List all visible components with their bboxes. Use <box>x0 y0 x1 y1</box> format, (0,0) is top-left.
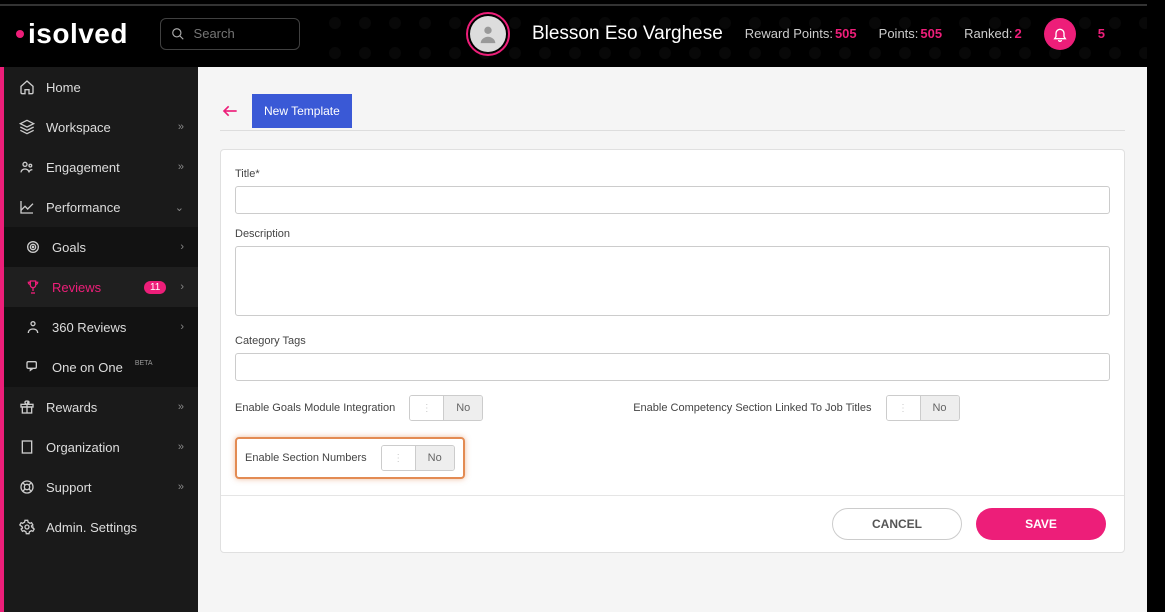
chevron-right-icon: » <box>178 401 184 413</box>
lifebuoy-icon <box>18 478 36 496</box>
chevron-right-icon: › <box>180 241 184 253</box>
sidebar-item-label: Admin. Settings <box>46 520 137 535</box>
toggle-state: No <box>444 396 482 420</box>
home-icon <box>18 78 36 96</box>
chat-icon <box>24 358 42 376</box>
enable-goals-toggle[interactable]: ⋮ No <box>409 395 483 421</box>
people-icon <box>24 318 42 336</box>
sidebar-item-label: Reviews <box>52 280 101 295</box>
sidebar-item-label: Workspace <box>46 120 111 135</box>
topbar: isolved Blesson Eso Varghese Reward Poin… <box>0 0 1165 67</box>
user-name: Blesson Eso Varghese <box>532 23 723 45</box>
sidebar-item-label: Performance <box>46 200 120 215</box>
search-input[interactable] <box>160 18 300 50</box>
sidebar-item-performance[interactable]: Performance ⌄ <box>4 187 198 227</box>
form-footer: CANCEL SAVE <box>221 495 1124 552</box>
search-field[interactable] <box>194 26 289 41</box>
description-label: Description <box>235 228 1110 240</box>
sidebar-item-engagement[interactable]: Engagement » <box>4 147 198 187</box>
sidebar-item-home[interactable]: Home <box>4 67 198 107</box>
sidebar-item-label: Engagement <box>46 160 120 175</box>
beta-badge: BETA <box>135 360 153 367</box>
chevron-down-icon: ⌄ <box>175 201 184 214</box>
brand-text: isolved <box>28 18 128 50</box>
reviews-count-badge: 11 <box>144 281 166 294</box>
ranked: Ranked:2 <box>964 26 1022 41</box>
points: Points:505 <box>879 26 942 41</box>
toggle-knob-icon: ⋮ <box>382 446 416 470</box>
search-icon <box>171 25 186 43</box>
toggle-knob-icon: ⋮ <box>410 396 444 420</box>
title-input[interactable] <box>235 186 1110 214</box>
enable-section-numbers-label: Enable Section Numbers <box>245 452 367 464</box>
avatar-ring[interactable] <box>466 12 510 56</box>
brand-logo: isolved <box>16 18 128 50</box>
enable-goals-toggle-group: Enable Goals Module Integration ⋮ No <box>235 395 483 421</box>
sidebar-item-label: Support <box>46 480 92 495</box>
gift-icon <box>18 398 36 416</box>
sidebar-item-rewards[interactable]: Rewards » <box>4 387 198 427</box>
users-icon <box>18 158 36 176</box>
enable-competency-toggle[interactable]: ⋮ No <box>886 395 960 421</box>
sidebar-item-label: 360 Reviews <box>52 320 126 335</box>
notification-count: 5 <box>1098 26 1105 41</box>
notifications-button[interactable] <box>1044 18 1076 50</box>
avatar <box>470 16 506 52</box>
main-content: New Template Title* Description Category… <box>198 67 1147 612</box>
back-button[interactable] <box>220 103 240 119</box>
sidebar-item-label: Goals <box>52 240 86 255</box>
toggle-knob-icon: ⋮ <box>887 396 921 420</box>
sidebar-item-one-on-one[interactable]: One on One BETA <box>4 347 198 387</box>
enable-competency-label: Enable Competency Section Linked To Job … <box>633 402 871 414</box>
category-tags-label: Category Tags <box>235 335 1110 347</box>
chevron-right-icon: › <box>180 321 184 333</box>
enable-section-numbers-toggle[interactable]: ⋮ No <box>381 445 455 471</box>
category-tags-input[interactable] <box>235 353 1110 381</box>
enable-competency-toggle-group: Enable Competency Section Linked To Job … <box>633 395 959 421</box>
chevron-right-icon: » <box>178 121 184 133</box>
toggle-state: No <box>921 396 959 420</box>
sidebar-item-label: Organization <box>46 440 120 455</box>
enable-section-numbers-highlight: Enable Section Numbers ⋮ No <box>235 437 465 479</box>
sidebar: Home Workspace » Engagement » P <box>0 67 198 612</box>
chevron-right-icon: » <box>178 441 184 453</box>
enable-section-numbers-toggle-group: Enable Section Numbers ⋮ No <box>245 445 455 471</box>
brand-dot-icon <box>16 30 24 38</box>
sidebar-item-goals[interactable]: Goals › <box>4 227 198 267</box>
sidebar-item-organization[interactable]: Organization » <box>4 427 198 467</box>
chevron-right-icon: › <box>180 281 184 293</box>
trophy-icon <box>24 278 42 296</box>
enable-goals-label: Enable Goals Module Integration <box>235 402 395 414</box>
reward-points: Reward Points:505 <box>745 26 857 41</box>
building-icon <box>18 438 36 456</box>
chart-icon <box>18 198 36 216</box>
sidebar-item-reviews[interactable]: Reviews 11 › <box>4 267 198 307</box>
sidebar-item-admin-settings[interactable]: Admin. Settings <box>4 507 198 547</box>
sidebar-item-label: One on One <box>52 360 123 375</box>
gear-icon <box>18 518 36 536</box>
template-form-card: Title* Description Category Tags Enable … <box>220 149 1125 553</box>
sidebar-item-360-reviews[interactable]: 360 Reviews › <box>4 307 198 347</box>
tab-new-template[interactable]: New Template <box>252 94 352 128</box>
sidebar-item-label: Rewards <box>46 400 97 415</box>
description-input[interactable] <box>235 246 1110 316</box>
target-icon <box>24 238 42 256</box>
chevron-right-icon: » <box>178 161 184 173</box>
toggle-state: No <box>416 446 454 470</box>
layers-icon <box>18 118 36 136</box>
save-button[interactable]: SAVE <box>976 508 1106 540</box>
cancel-button[interactable]: CANCEL <box>832 508 962 540</box>
chevron-right-icon: » <box>178 481 184 493</box>
sidebar-item-support[interactable]: Support » <box>4 467 198 507</box>
title-label: Title* <box>235 168 1110 180</box>
sidebar-item-label: Home <box>46 80 81 95</box>
sidebar-item-workspace[interactable]: Workspace » <box>4 107 198 147</box>
